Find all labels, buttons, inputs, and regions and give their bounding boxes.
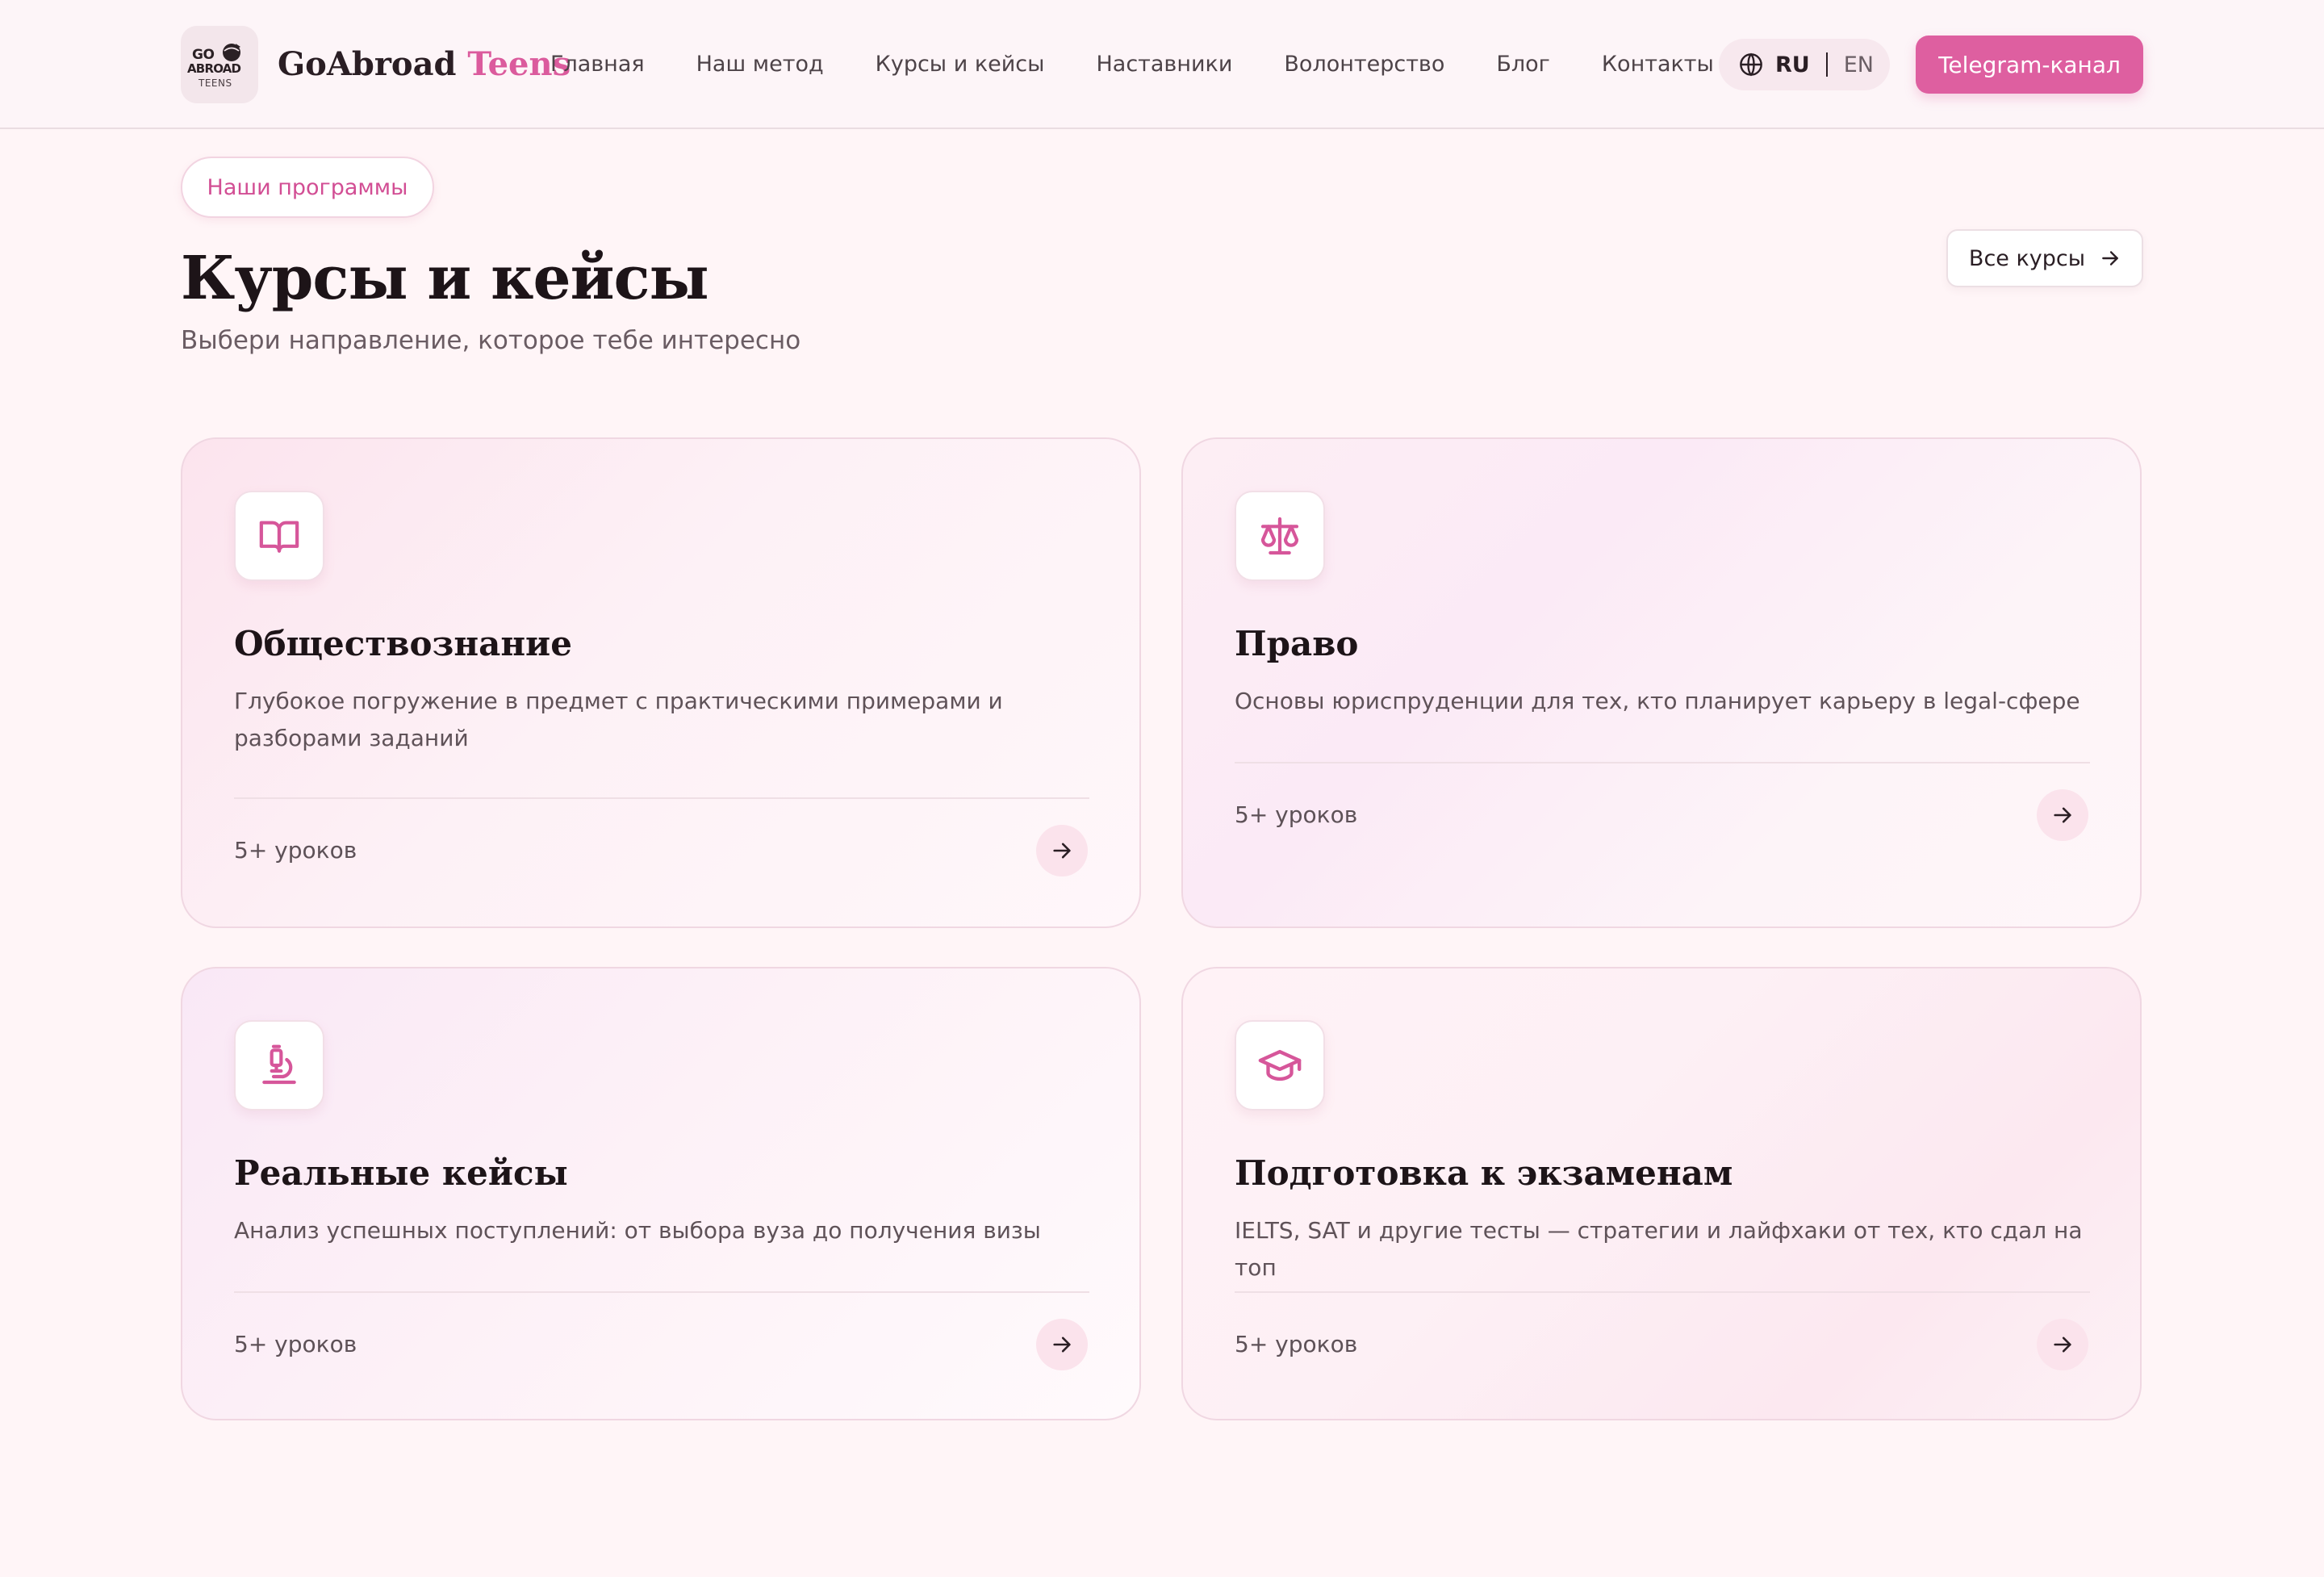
card-title: Обществознание <box>234 624 572 663</box>
language-switcher: RU EN <box>1719 39 1890 90</box>
card-open-button[interactable] <box>2037 789 2088 841</box>
card-title: Реальные кейсы <box>234 1153 568 1193</box>
book-icon <box>259 521 299 553</box>
section-pill: Наши программы <box>181 157 434 218</box>
card-icon-box <box>1235 491 1325 581</box>
nav-item-mentors[interactable]: Наставники <box>1096 48 1232 81</box>
brand-name[interactable]: GoAbroad Teens <box>278 45 571 84</box>
card-open-button[interactable] <box>2037 1319 2088 1370</box>
nav-item-courses[interactable]: Курсы и кейсы <box>876 48 1045 81</box>
card-open-button[interactable] <box>1036 825 1088 876</box>
card-divider <box>1235 1291 2090 1293</box>
arrow-right-icon <box>1053 843 1071 859</box>
nav-item-blog[interactable]: Блог <box>1496 48 1550 81</box>
course-card-law[interactable]: Право Основы юриспруденции для тех, кто … <box>1181 437 2142 928</box>
course-card-real-cases[interactable]: Реальные кейсы Анализ успешных поступлен… <box>181 967 1141 1420</box>
card-lessons-count: 5+ уроков <box>234 837 357 864</box>
card-icon-box <box>234 1020 324 1111</box>
nav-item-volunteering[interactable]: Волонтерство <box>1284 48 1444 81</box>
nav-item-method[interactable]: Наш метод <box>696 48 824 81</box>
card-lessons-count: 5+ уроков <box>1235 1331 1358 1357</box>
card-divider <box>234 797 1089 799</box>
page-title: Курсы и кейсы <box>181 244 709 313</box>
arrow-right-icon <box>1053 1336 1071 1353</box>
globe-icon <box>1740 52 1762 77</box>
lang-en[interactable]: EN <box>1844 52 1874 77</box>
logo[interactable]: GO ABROAD TEENS <box>181 26 258 103</box>
telegram-channel-button[interactable]: Telegram-канал <box>1916 36 2143 94</box>
course-card-social-studies[interactable]: Обществознание Глубокое погружение в пре… <box>181 437 1141 928</box>
lang-ru[interactable]: RU <box>1775 52 1810 77</box>
nav-item-contacts[interactable]: Контакты <box>1602 48 1714 81</box>
card-description: Основы юриспруденции для тех, кто планир… <box>1235 688 2080 714</box>
page-subtitle: Выбери направление, которое тебе интерес… <box>181 326 801 355</box>
card-description: IELTS, SAT и другие тесты — стратегии и … <box>1235 1217 2083 1281</box>
lang-divider <box>1825 52 1828 77</box>
logo-text-teens: TEENS <box>199 77 232 89</box>
all-courses-button[interactable]: Все курсы <box>1946 229 2143 287</box>
logo-text-go: GO <box>192 47 215 63</box>
arrow-right-icon <box>2054 807 2071 823</box>
card-open-button[interactable] <box>1036 1319 1088 1370</box>
brand-main: GoAbroad <box>278 45 457 83</box>
all-courses-label: Все курсы <box>1968 245 2086 271</box>
card-divider <box>234 1291 1089 1293</box>
card-description: Глубокое погружение в предмет с практиче… <box>234 688 1003 751</box>
scale-icon <box>1260 517 1299 555</box>
arrow-right-icon <box>2054 1336 2071 1353</box>
course-card-exam-prep[interactable]: Подготовка к экзаменам IELTS, SAT и друг… <box>1181 967 2142 1420</box>
card-lessons-count: 5+ уроков <box>234 1331 357 1357</box>
logo-text-abroad: ABROAD <box>187 61 241 76</box>
card-title: Право <box>1235 624 1359 663</box>
microscope-icon <box>262 1044 296 1085</box>
card-description: Анализ успешных поступлений: от выбора в… <box>234 1217 1041 1244</box>
card-title: Подготовка к экзаменам <box>1235 1153 1733 1193</box>
card-lessons-count: 5+ уроков <box>1235 801 1358 828</box>
graduation-cap-icon <box>1258 1049 1302 1081</box>
nav-item-home[interactable]: Главная <box>550 48 645 81</box>
card-icon-box <box>234 491 324 581</box>
main-nav: Главная Наш метод Курсы и кейсы Наставни… <box>550 48 1714 81</box>
card-icon-box <box>1235 1020 1325 1111</box>
arrow-right-icon <box>2102 251 2118 266</box>
card-divider <box>1235 762 2090 763</box>
site-header: GO ABROAD TEENS GoAbroad Teens Главная Н… <box>0 0 2324 129</box>
